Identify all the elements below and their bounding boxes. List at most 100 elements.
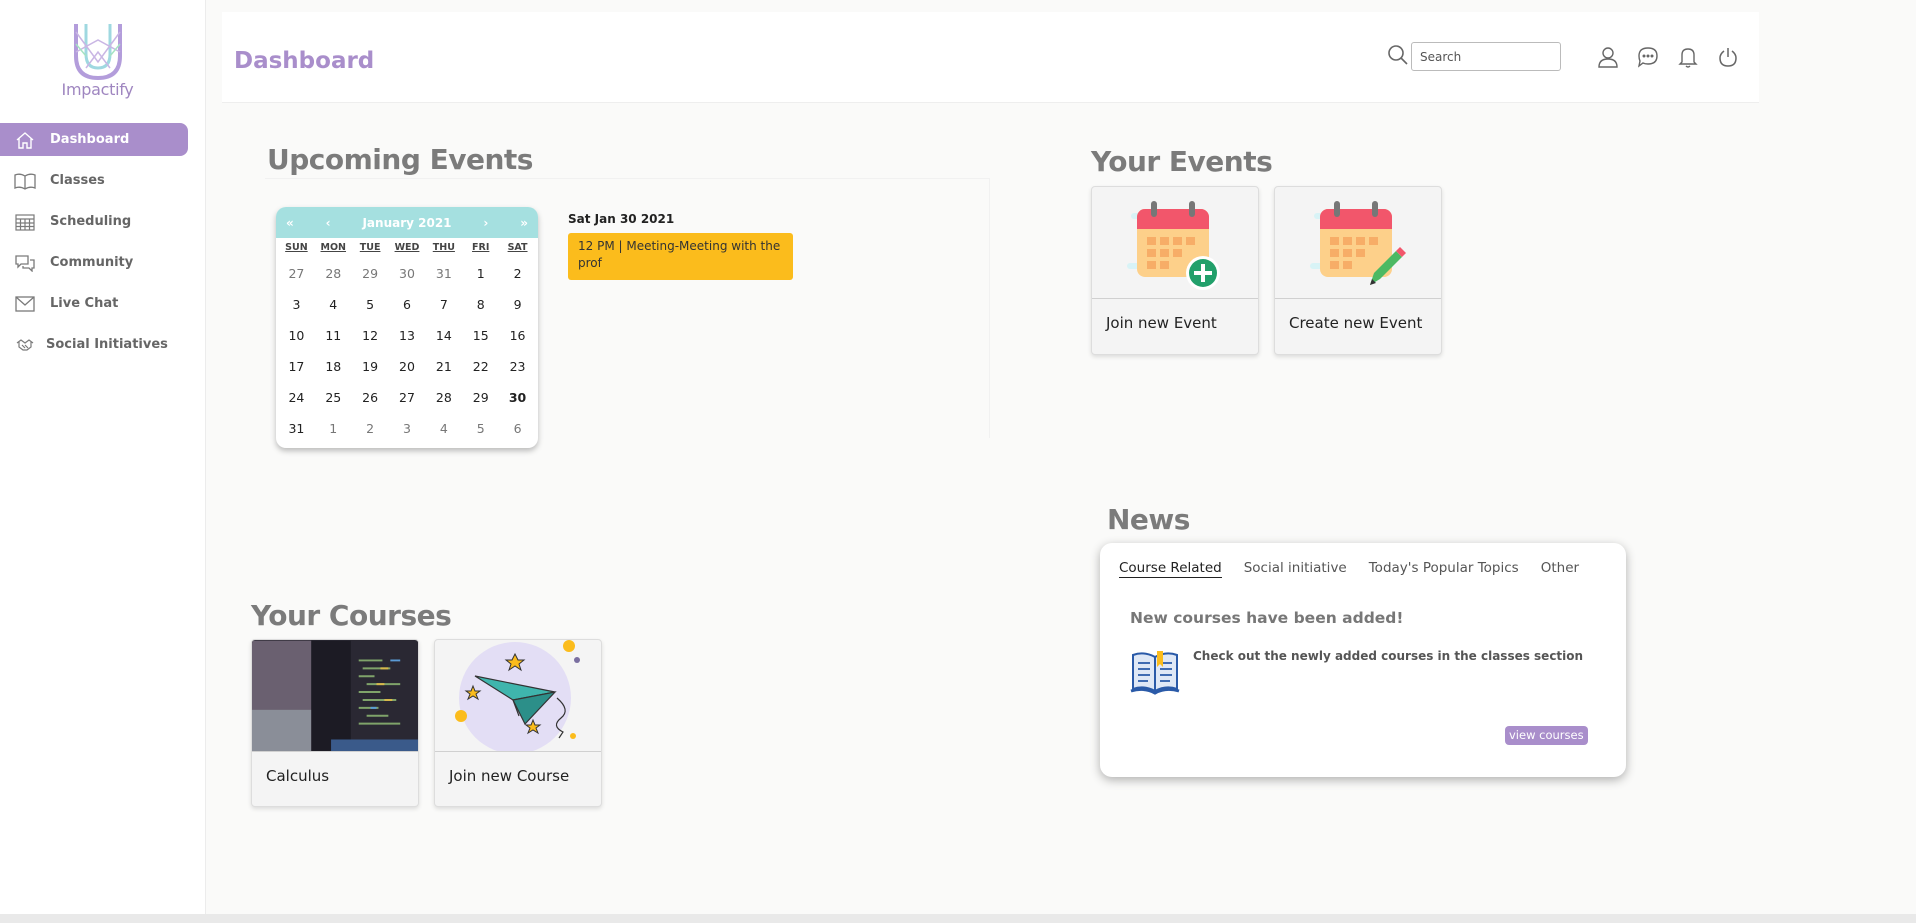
sidebar-item-label: Classes: [50, 173, 105, 188]
calendar-day[interactable]: 11: [315, 320, 352, 351]
calendar-day[interactable]: 29: [462, 382, 499, 413]
sidebar-item-scheduling[interactable]: Scheduling: [0, 205, 188, 238]
calendar-grid: SUN MON TUE WED THU FRI SAT 27 28 29 30 31 1 2 3 4 5 6 7 8 9…: [276, 238, 538, 444]
calendar-day[interactable]: 1: [315, 413, 352, 444]
app-name: Impactify: [61, 80, 134, 99]
course-image: [252, 640, 418, 752]
create-event-card[interactable]: Create new Event: [1274, 186, 1442, 355]
calendar-day[interactable]: 30: [499, 382, 536, 413]
book-icon: [14, 171, 36, 191]
message-icon[interactable]: [1636, 45, 1660, 69]
tab-other[interactable]: Other: [1541, 560, 1579, 578]
calendar-day[interactable]: 31: [425, 258, 462, 289]
upcoming-events-title: Upcoming Events: [267, 143, 533, 176]
calendar-day[interactable]: 5: [352, 289, 389, 320]
calendar-grid-icon: [14, 212, 36, 232]
calendar-day[interactable]: 2: [352, 413, 389, 444]
card-label: Create new Event: [1289, 314, 1423, 332]
calendar-day[interactable]: 27: [278, 258, 315, 289]
sidebar-item-live-chat[interactable]: Live Chat: [0, 287, 188, 320]
calendar-day[interactable]: 24: [278, 382, 315, 413]
calendar-day[interactable]: 15: [462, 320, 499, 351]
your-courses-title: Your Courses: [251, 599, 452, 632]
sidebar-nav: Dashboard Classes Scheduling Community L…: [0, 123, 188, 369]
course-card-calculus[interactable]: Calculus: [251, 639, 419, 807]
calendar-day[interactable]: 6: [499, 413, 536, 444]
news-title: News: [1107, 503, 1190, 536]
calendar-day[interactable]: 21: [425, 351, 462, 382]
calendar-day[interactable]: 2: [499, 258, 536, 289]
calendar-edit-icon: [1275, 187, 1441, 299]
mail-icon: [14, 294, 36, 314]
user-icon[interactable]: [1596, 45, 1620, 69]
month-label[interactable]: January 2021: [362, 216, 451, 230]
calendar-day[interactable]: 5: [462, 413, 499, 444]
open-book-icon: [1130, 649, 1180, 699]
calendar-day[interactable]: 31: [278, 413, 315, 444]
event-item[interactable]: 12 PM | Meeting-Meeting with the prof: [568, 233, 793, 280]
paper-plane-icon: [435, 640, 601, 752]
calendar-day[interactable]: 27: [389, 382, 426, 413]
app-logo[interactable]: Impactify: [60, 22, 135, 99]
sidebar-item-label: Scheduling: [50, 214, 132, 229]
join-course-card[interactable]: Join new Course: [434, 639, 602, 807]
tab-popular-topics[interactable]: Today's Popular Topics: [1369, 560, 1519, 578]
sidebar-item-dashboard[interactable]: Dashboard: [0, 123, 188, 156]
calendar-day[interactable]: 3: [389, 413, 426, 444]
news-tabs: Course Related Social initiative Today's…: [1119, 560, 1579, 578]
sidebar-item-community[interactable]: Community: [0, 246, 188, 279]
calendar-day[interactable]: 20: [389, 351, 426, 382]
calendar-day[interactable]: 30: [389, 258, 426, 289]
sidebar-item-social-initiatives[interactable]: Social Initiatives: [0, 328, 188, 361]
calendar-day[interactable]: 25: [315, 382, 352, 413]
calendar-day[interactable]: 26: [352, 382, 389, 413]
card-label: Join new Event: [1106, 314, 1217, 332]
prev-year-button[interactable]: «: [286, 216, 294, 230]
sidebar-item-classes[interactable]: Classes: [0, 164, 188, 197]
calendar-day[interactable]: 10: [278, 320, 315, 351]
calendar-day[interactable]: 16: [499, 320, 536, 351]
next-month-button[interactable]: ›: [483, 216, 488, 230]
power-icon[interactable]: [1716, 45, 1740, 69]
calendar-day[interactable]: 3: [278, 289, 315, 320]
calendar-day[interactable]: 18: [315, 351, 352, 382]
weekday-label: WED: [394, 242, 420, 253]
calendar-day[interactable]: 17: [278, 351, 315, 382]
view-courses-button[interactable]: view courses: [1505, 726, 1588, 745]
next-year-button[interactable]: »: [520, 216, 528, 230]
calendar-day[interactable]: 22: [462, 351, 499, 382]
search-icon[interactable]: [1387, 44, 1411, 70]
tab-social-initiative[interactable]: Social initiative: [1244, 560, 1347, 578]
tab-course-related[interactable]: Course Related: [1119, 560, 1222, 578]
calendar-day[interactable]: 28: [425, 382, 462, 413]
top-header: Dashboard: [222, 12, 1759, 103]
calendar-day[interactable]: 8: [462, 289, 499, 320]
card-label: Join new Course: [449, 767, 570, 785]
calendar-day[interactable]: 13: [389, 320, 426, 351]
calendar-day[interactable]: 28: [315, 258, 352, 289]
calendar-day[interactable]: 29: [352, 258, 389, 289]
prev-month-button[interactable]: ‹: [326, 216, 331, 230]
calendar-day[interactable]: 19: [352, 351, 389, 382]
calendar-day[interactable]: 6: [389, 289, 426, 320]
your-events-title: Your Events: [1091, 145, 1273, 178]
weekday-label: SUN: [285, 242, 308, 253]
sidebar-item-label: Social Initiatives: [46, 337, 168, 352]
bell-icon[interactable]: [1676, 45, 1700, 69]
calendar-day[interactable]: 1: [462, 258, 499, 289]
sidebar-item-label: Live Chat: [50, 296, 119, 311]
calendar-day[interactable]: 23: [499, 351, 536, 382]
calendar-day[interactable]: 12: [352, 320, 389, 351]
calendar-day[interactable]: 9: [499, 289, 536, 320]
weekday-label: SAT: [507, 242, 528, 253]
calendar-day[interactable]: 4: [315, 289, 352, 320]
join-event-card[interactable]: Join new Event: [1091, 186, 1259, 355]
selected-date: Sat Jan 30 2021: [568, 212, 675, 226]
search-input[interactable]: [1411, 42, 1561, 71]
news-panel: Course Related Social initiative Today's…: [1100, 543, 1626, 777]
calendar-add-icon: [1092, 187, 1258, 299]
weekday-label: TUE: [359, 242, 381, 253]
calendar-day[interactable]: 14: [425, 320, 462, 351]
calendar-day[interactable]: 4: [425, 413, 462, 444]
calendar-day[interactable]: 7: [425, 289, 462, 320]
